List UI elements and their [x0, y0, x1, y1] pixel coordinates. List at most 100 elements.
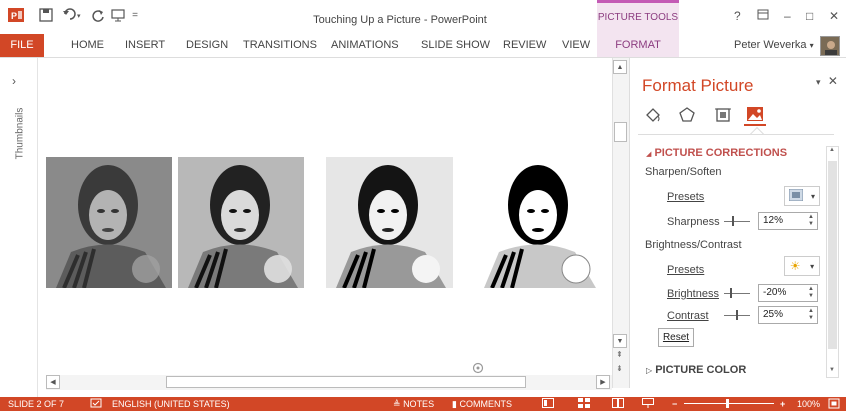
reading-view-icon[interactable]: [612, 398, 624, 411]
maximize-button[interactable]: □: [806, 9, 813, 23]
contrast-slider-knob[interactable]: [736, 310, 738, 320]
picture-icon[interactable]: [744, 104, 766, 126]
tab-animations[interactable]: ANIMATIONS: [331, 34, 399, 57]
tab-design[interactable]: DESIGN: [186, 34, 228, 57]
pane-controls: ▾ ✕: [816, 74, 838, 88]
spelling-check-icon[interactable]: [90, 398, 102, 411]
scroll-down-icon[interactable]: ▼: [613, 334, 627, 348]
horizontal-scrollbar[interactable]: ◀ ▶: [46, 375, 612, 390]
slide-counter[interactable]: SLIDE 2 OF 7: [8, 398, 64, 410]
undo-icon[interactable]: ▾: [62, 7, 86, 23]
redo-icon[interactable]: [90, 7, 106, 23]
contrast-value: 25%: [763, 309, 784, 320]
pane-scroll-thumb[interactable]: [828, 161, 837, 349]
pane-scroll-up-icon[interactable]: ▲: [829, 147, 835, 153]
brightness-value: -20%: [763, 287, 787, 298]
slide-canvas[interactable]: [38, 58, 612, 388]
scroll-left-icon[interactable]: ◀: [46, 375, 60, 389]
section-picture-color[interactable]: ▷ PICTURE COLOR: [646, 364, 746, 376]
start-from-beginning-icon[interactable]: [110, 7, 126, 23]
ribbon-display-options-icon[interactable]: [757, 9, 769, 24]
pane-scroll-down-icon[interactable]: ▼: [829, 367, 835, 373]
sharpness-slider[interactable]: [724, 216, 750, 226]
sharpen-presets-label: Presets: [667, 191, 705, 203]
customize-qat-icon[interactable]: =: [130, 7, 140, 23]
status-bar: SLIDE 2 OF 7 ENGLISH (UNITED STATES) ≜ N…: [0, 397, 846, 411]
reset-button-label: Reset: [662, 332, 690, 343]
sharpness-label: Sharpness: [667, 216, 720, 228]
brightness-presets-dropdown[interactable]: ☀ ▾: [784, 256, 820, 276]
horizontal-scroll-thumb[interactable]: [166, 376, 526, 388]
brightness-slider-knob[interactable]: [730, 288, 732, 298]
tab-slide-show[interactable]: SLIDE SHOW: [421, 34, 490, 57]
previous-slide-icon[interactable]: ⇞: [616, 350, 623, 359]
chevron-down-icon: ▾: [810, 261, 815, 271]
effects-icon[interactable]: [676, 104, 698, 126]
portrait-photo-2[interactable]: [178, 157, 304, 288]
zoom-slider[interactable]: [684, 399, 774, 408]
pane-close-icon[interactable]: ✕: [828, 74, 838, 88]
fit-slide-icon[interactable]: [828, 398, 840, 411]
tab-home[interactable]: HOME: [71, 34, 104, 57]
expand-section-icon: ▷: [646, 366, 653, 375]
spinner-arrows-icon[interactable]: ▲ ▼: [808, 286, 814, 300]
vertical-scrollbar[interactable]: ▲ ▼ ⇞ ⇟: [612, 58, 629, 388]
spinner-arrows-icon[interactable]: ▲ ▼: [808, 214, 814, 228]
next-slide-icon[interactable]: ⇟: [616, 364, 623, 373]
sharpness-input[interactable]: 12% ▲ ▼: [758, 212, 818, 230]
tab-transitions[interactable]: TRANSITIONS: [243, 34, 317, 57]
brightness-slider[interactable]: [724, 288, 750, 298]
sharpen-presets-dropdown[interactable]: ▾: [784, 186, 820, 206]
minimize-button[interactable]: –: [784, 9, 791, 23]
contrast-slider[interactable]: [724, 310, 750, 320]
format-picture-pane: Format Picture ▾ ✕ ◢ PICTURE CORRECTIONS…: [629, 58, 846, 388]
slide-sorter-icon[interactable]: [578, 398, 590, 411]
help-icon[interactable]: ?: [734, 9, 741, 23]
zoom-out-icon[interactable]: −: [672, 398, 677, 410]
avatar[interactable]: [820, 36, 840, 56]
section-picture-corrections[interactable]: ◢ PICTURE CORRECTIONS: [646, 147, 787, 159]
reset-button[interactable]: Reset: [658, 328, 694, 347]
title-bar: P ▾ = Touching Up a Picture - PowerPoint…: [0, 0, 846, 34]
comment-icon: ▮: [452, 399, 457, 409]
notes-button[interactable]: ≜ NOTES: [393, 398, 434, 410]
contrast-input[interactable]: 25% ▲ ▼: [758, 306, 818, 324]
contrast-label: Contrast: [667, 310, 709, 322]
user-menu-chevron-icon: ▾: [809, 41, 814, 50]
user-name[interactable]: Peter Weverka ▾: [734, 34, 814, 57]
vertical-scroll-thumb[interactable]: [614, 122, 627, 142]
portrait-photo-3[interactable]: [326, 157, 453, 288]
fill-line-icon[interactable]: [642, 104, 664, 126]
size-properties-icon[interactable]: [712, 104, 734, 126]
thumbnails-pane: › Thumbnails: [0, 58, 38, 398]
brightness-input[interactable]: -20% ▲ ▼: [758, 284, 818, 302]
comments-button[interactable]: ▮ COMMENTS: [452, 398, 512, 410]
pane-options-chevron-icon[interactable]: ▾: [816, 77, 821, 87]
chevron-down-icon: ▾: [810, 191, 815, 201]
portrait-photo-1[interactable]: [46, 157, 172, 288]
notes-icon: ≜: [393, 399, 401, 409]
zoom-level[interactable]: 100%: [797, 398, 820, 410]
slide-show-icon[interactable]: [642, 398, 654, 411]
scroll-right-icon[interactable]: ▶: [596, 375, 610, 389]
pane-scrollbar[interactable]: ▲ ▼: [826, 146, 839, 378]
tab-view[interactable]: VIEW: [562, 34, 590, 57]
normal-view-icon[interactable]: [542, 398, 554, 411]
tab-file[interactable]: FILE: [0, 34, 44, 57]
ribbon-tabs: FILE HOME INSERT DESIGN TRANSITIONS ANIM…: [0, 34, 846, 58]
spinner-arrows-icon[interactable]: ▲ ▼: [808, 308, 814, 322]
tab-review[interactable]: REVIEW: [503, 34, 546, 57]
save-icon[interactable]: [38, 7, 54, 23]
expand-thumbnails-icon[interactable]: ›: [12, 74, 16, 88]
sharpness-slider-knob[interactable]: [732, 216, 734, 226]
zoom-slider-knob[interactable]: [726, 399, 729, 408]
picture-tools-context-label: PICTURE TOOLS: [597, 0, 679, 34]
tab-format[interactable]: FORMAT: [597, 34, 679, 57]
language-indicator[interactable]: ENGLISH (UNITED STATES): [112, 398, 230, 410]
close-button[interactable]: ✕: [829, 9, 839, 23]
tab-insert[interactable]: INSERT: [125, 34, 165, 57]
scroll-up-icon[interactable]: ▲: [613, 60, 627, 74]
zoom-in-icon[interactable]: +: [780, 398, 785, 410]
collapse-section-icon: ◢: [646, 151, 652, 158]
portrait-photo-4[interactable]: [474, 157, 602, 288]
